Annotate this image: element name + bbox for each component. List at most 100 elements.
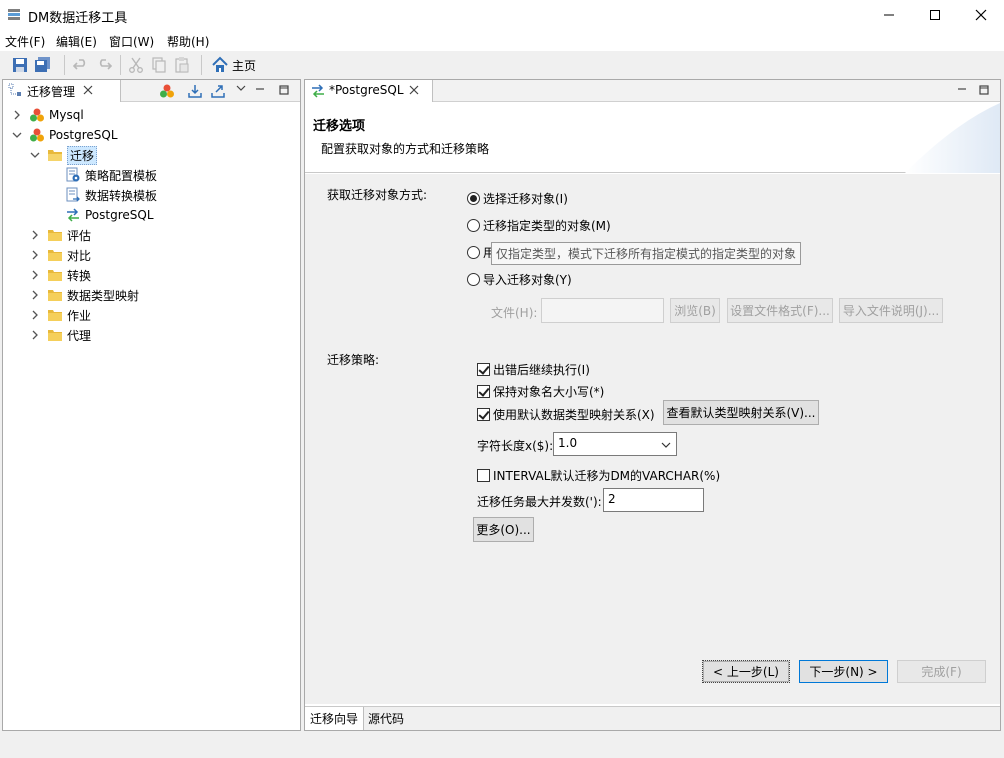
copy-icon[interactable] <box>150 56 168 74</box>
close-tab-icon[interactable] <box>409 84 419 98</box>
chevron-right-icon[interactable] <box>29 289 41 301</box>
chevron-right-icon[interactable] <box>29 229 41 241</box>
chevron-right-icon[interactable] <box>29 269 41 281</box>
strategy-template-icon <box>65 167 81 183</box>
next-button[interactable]: 下一步(N) > <box>799 660 888 683</box>
tree-node-compare[interactable]: 对比 <box>29 245 91 265</box>
chevron-down-icon[interactable] <box>661 439 671 453</box>
wizard-content: 获取迁移对象方式: 选择迁移对象(I) 迁移指定类型的对象(M) 用 仅指定类型… <box>305 174 1000 704</box>
page-description: 配置获取对象的方式和迁移策略 <box>321 142 490 156</box>
migration-manager-tab-icon <box>8 83 22 100</box>
set-file-format-button[interactable]: 设置文件格式(F)... <box>727 298 833 323</box>
import-file-description-button[interactable]: 导入文件说明(J)... <box>839 298 943 323</box>
checkbox-interval-varchar-label[interactable]: INTERVAL默认迁移为DM的VARCHAR(%) <box>493 467 720 484</box>
checkbox-keep-case[interactable] <box>477 385 490 398</box>
tree-node-label: 数据类型映射 <box>67 288 140 303</box>
tree-node-label: PostgreSQL <box>85 208 154 222</box>
migration-manager-panel: 迁移管理 Mysql PostgreSQL 迁移 策略配置模板 数据转换模板 P… <box>2 79 301 731</box>
folder-open-icon <box>47 147 63 163</box>
minimize-panel-icon[interactable] <box>957 84 967 98</box>
radio-select-objects-label[interactable]: 选择迁移对象(I) <box>483 190 568 207</box>
tab-migration-manager[interactable]: 迁移管理 <box>3 80 121 102</box>
tree-node-label: PostgreSQL <box>49 128 118 142</box>
import-icon[interactable] <box>187 83 203 102</box>
char-length-select[interactable]: 1.0 <box>553 432 677 456</box>
finish-button[interactable]: 完成(F) <box>897 660 986 683</box>
home-button-label[interactable]: 主页 <box>232 57 256 74</box>
tree-node-postgresql[interactable]: PostgreSQL <box>11 125 118 145</box>
maximize-panel-icon[interactable] <box>279 84 289 98</box>
radio-select-objects[interactable] <box>467 192 480 205</box>
radio-import-objects[interactable] <box>467 273 480 286</box>
chevron-right-icon[interactable] <box>29 329 41 341</box>
chevron-right-icon[interactable] <box>11 109 23 121</box>
view-default-mapping-button[interactable]: 查看默认类型映射关系(V)... <box>663 400 819 425</box>
folder-icon <box>47 227 63 243</box>
database-icon[interactable] <box>159 83 175 102</box>
chevron-down-icon[interactable] <box>29 149 41 161</box>
previous-button[interactable]: < 上一步(L) <box>702 660 790 683</box>
tree-node-label: 策略配置模板 <box>85 168 158 183</box>
radio-migrate-by-type-label[interactable]: 迁移指定类型的对象(M) <box>483 217 611 234</box>
tree-node-label: Mysql <box>49 108 84 122</box>
home-icon[interactable] <box>211 56 229 74</box>
tree-node-label: 代理 <box>67 328 92 343</box>
migration-arrows-icon <box>310 83 326 102</box>
maximize-button[interactable] <box>912 0 958 30</box>
redo-icon[interactable] <box>95 56 113 74</box>
menu-help[interactable]: 帮助(H) <box>167 33 209 50</box>
file-label: 文件(H): <box>491 306 538 320</box>
tree-node-strategy-template[interactable]: 策略配置模板 <box>65 165 157 185</box>
checkbox-continue-on-error[interactable] <box>477 363 490 376</box>
tab-source-code[interactable]: 源代码 <box>363 707 409 730</box>
tree-node-label: 作业 <box>67 308 92 323</box>
tab-postgresql[interactable]: *PostgreSQL <box>305 80 433 102</box>
tree-node-jobs[interactable]: 作业 <box>29 305 91 325</box>
close-button[interactable] <box>958 0 1004 30</box>
file-path-input[interactable] <box>541 298 664 323</box>
checkbox-continue-on-error-label[interactable]: 出错后继续执行(I) <box>493 361 590 378</box>
maximize-panel-icon[interactable] <box>979 84 989 98</box>
checkbox-interval-varchar[interactable] <box>477 469 490 482</box>
save-all-icon[interactable] <box>34 56 52 74</box>
tree-node-migration[interactable]: 迁移 <box>29 145 98 165</box>
radio-migrate-by-type[interactable] <box>467 219 480 232</box>
more-button[interactable]: 更多(O)... <box>473 517 534 542</box>
radio-import-objects-label[interactable]: 导入迁移对象(Y) <box>483 271 572 288</box>
menu-file[interactable]: 文件(F) <box>5 33 45 50</box>
toolbar-separator <box>64 55 65 75</box>
menu-edit[interactable]: 编辑(E) <box>56 33 97 50</box>
menu-window[interactable]: 窗口(W) <box>109 33 154 50</box>
checkbox-default-type-mapping-label[interactable]: 使用默认数据类型映射关系(X) <box>493 406 655 423</box>
tree-node-type-mapping[interactable]: 数据类型映射 <box>29 285 139 305</box>
cut-icon[interactable] <box>127 56 145 74</box>
menu-bar: 文件(F) 编辑(E) 窗口(W) 帮助(H) <box>0 30 1004 51</box>
tree-node-data-transform-template[interactable]: 数据转换模板 <box>65 185 157 205</box>
toolbar-separator <box>201 55 202 75</box>
checkbox-keep-case-label[interactable]: 保持对象名大小写(*) <box>493 383 604 400</box>
chevron-down-icon[interactable] <box>11 129 23 141</box>
save-icon[interactable] <box>11 56 29 74</box>
migration-editor: *PostgreSQL 迁移选项 配置获取对象的方式和迁移策略 获取迁移对象方式… <box>304 79 1001 731</box>
chevron-right-icon[interactable] <box>29 309 41 321</box>
max-concurrency-label: 迁移任务最大并发数('): <box>477 495 602 509</box>
radio-sql-query[interactable] <box>467 246 480 259</box>
browse-button[interactable]: 浏览(B) <box>670 298 720 323</box>
undo-icon[interactable] <box>72 56 90 74</box>
chevron-right-icon[interactable] <box>29 249 41 261</box>
tree-node-convert[interactable]: 转换 <box>29 265 91 285</box>
max-concurrency-input[interactable]: 2 <box>603 488 704 512</box>
tree-node-agent[interactable]: 代理 <box>29 325 91 345</box>
minimize-panel-icon[interactable] <box>255 84 265 98</box>
tree-node-evaluate[interactable]: 评估 <box>29 225 91 245</box>
checkbox-default-type-mapping[interactable] <box>477 408 490 421</box>
minimize-button[interactable] <box>866 0 912 30</box>
paste-icon[interactable] <box>173 56 191 74</box>
export-icon[interactable] <box>210 83 226 102</box>
tree-node-mysql[interactable]: Mysql <box>11 105 84 125</box>
tab-wizard[interactable]: 迁移向导 <box>305 707 365 730</box>
close-tab-icon[interactable] <box>83 84 93 98</box>
view-menu-icon[interactable] <box>236 82 246 96</box>
char-length-value: 1.0 <box>558 436 578 450</box>
tree-node-postgresql-task[interactable]: PostgreSQL <box>65 205 154 225</box>
